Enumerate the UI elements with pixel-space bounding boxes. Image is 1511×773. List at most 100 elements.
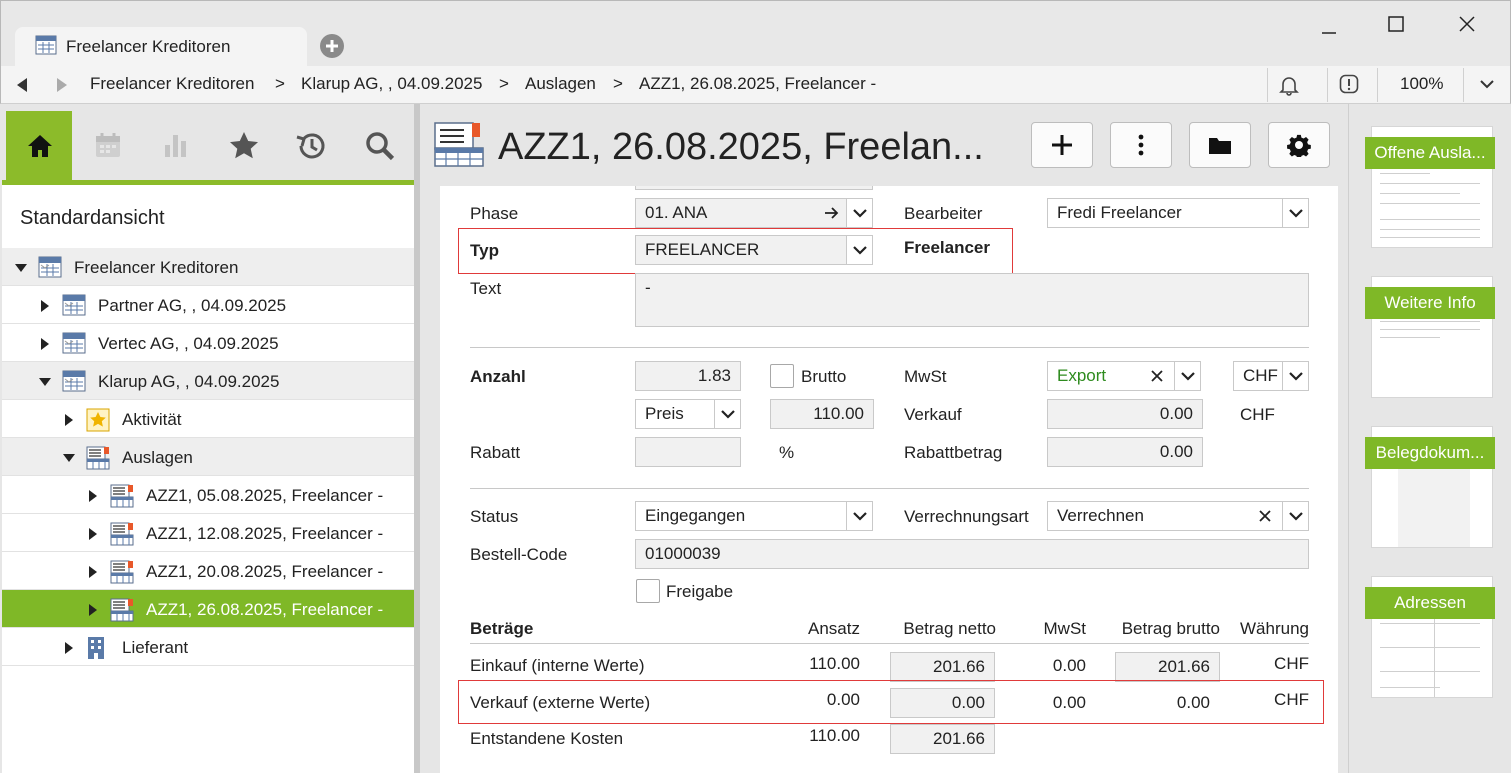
arrow-right-icon[interactable] (824, 205, 840, 221)
navigation-bar: Freelancer Kreditoren > Klarup AG, , 04.… (0, 66, 1511, 104)
expand-arrow-icon[interactable] (88, 603, 98, 617)
breadcrumb-item[interactable]: AZZ1, 26.08.2025, Freelancer - (639, 74, 876, 94)
expand-arrow-icon[interactable] (88, 565, 98, 579)
expand-arrow-icon[interactable] (88, 527, 98, 541)
tree-item[interactable]: AZZ1, 05.08.2025, Freelancer - (2, 476, 414, 514)
chevron-down-icon[interactable] (1282, 362, 1308, 390)
settings-button[interactable] (1268, 122, 1330, 168)
bell-icon[interactable] (1279, 74, 1299, 96)
phase-label: Phase (470, 204, 519, 223)
collapse-arrow-icon[interactable] (38, 377, 52, 387)
verrechnungsart-select[interactable]: Verrechnen (1047, 501, 1309, 531)
currency-select[interactable]: CHF (1233, 361, 1309, 391)
more-button[interactable] (1110, 122, 1172, 168)
phase-select[interactable]: 01. ANA (635, 198, 873, 228)
history-icon[interactable] (295, 131, 327, 161)
tree-item[interactable]: Klarup AG, , 04.09.2025 (2, 362, 414, 400)
calendar-icon[interactable] (94, 131, 122, 159)
card-label[interactable]: Weitere Info (1365, 287, 1495, 319)
tree-item[interactable]: AZZ1, 20.08.2025, Freelancer - (2, 552, 414, 590)
chevron-down-icon[interactable] (1174, 362, 1200, 390)
chevron-down-icon[interactable] (1282, 502, 1308, 530)
typ-select[interactable]: FREELANCER (635, 235, 873, 265)
chevron-down-icon[interactable] (1479, 78, 1495, 90)
freigabe-label: Freigabe (666, 582, 734, 601)
betraege-title: Beträge (470, 619, 534, 638)
tree-item[interactable]: Freelancer Kreditoren (2, 248, 414, 286)
folder-icon (1208, 135, 1232, 155)
zoom-level[interactable]: 100% (1400, 74, 1443, 94)
column-header: Betrag brutto (1121, 619, 1220, 638)
collapse-arrow-icon[interactable] (62, 453, 76, 463)
expense-icon (110, 484, 134, 508)
forward-arrow-icon[interactable] (55, 77, 69, 93)
alert-icon[interactable] (1339, 74, 1359, 94)
tree-item[interactable]: Partner AG, , 04.09.2025 (2, 286, 414, 324)
mwst-select[interactable]: Export (1047, 361, 1201, 391)
breadcrumb-separator: > (613, 74, 623, 93)
expense-icon (110, 560, 134, 584)
minimize-icon[interactable] (1309, 11, 1349, 37)
rabatt-input[interactable] (635, 437, 741, 467)
divider (1377, 68, 1378, 102)
tree-item[interactable]: Lieferant (2, 628, 414, 666)
verkauf-input[interactable]: 0.00 (1047, 399, 1203, 429)
tree-item[interactable]: Vertec AG, , 04.09.2025 (2, 324, 414, 362)
tree-item-label: Klarup AG, , 04.09.2025 (98, 372, 280, 391)
star-icon[interactable] (229, 131, 259, 159)
typ-description: Freelancer (904, 238, 990, 257)
add-tab-icon[interactable] (319, 33, 345, 59)
card-label[interactable]: Belegdokum... (1365, 437, 1495, 469)
right-panel: Offene Ausla... Weitere Info Belegdokum.… (1348, 104, 1509, 773)
search-icon[interactable] (364, 131, 396, 161)
freigabe-checkbox[interactable] (636, 579, 660, 603)
clear-icon[interactable] (1258, 509, 1272, 523)
home-tab[interactable] (6, 111, 72, 180)
tree-item[interactable]: AZZ1, 26.08.2025, Freelancer - (2, 590, 414, 628)
tree-item[interactable]: AZZ1, 12.08.2025, Freelancer - (2, 514, 414, 552)
add-button[interactable] (1031, 122, 1093, 168)
breadcrumb-item[interactable]: Freelancer Kreditoren (90, 74, 254, 94)
card-label[interactable]: Offene Ausla... (1365, 137, 1495, 169)
ansatz-value: 0.00 (826, 690, 860, 709)
breadcrumb-item[interactable]: Klarup AG, , 04.09.2025 (301, 74, 482, 94)
expand-arrow-icon[interactable] (88, 489, 98, 503)
mwst-value: 0.00 (1052, 656, 1086, 675)
maximize-icon[interactable] (1377, 11, 1417, 37)
chevron-down-icon[interactable] (846, 236, 872, 264)
breadcrumb-item[interactable]: Auslagen (525, 74, 596, 94)
clear-icon[interactable] (1150, 369, 1164, 383)
tree-item[interactable]: Aktivität (2, 400, 414, 438)
tree-item-label: Freelancer Kreditoren (74, 258, 239, 277)
chevron-down-icon[interactable] (846, 502, 872, 530)
expand-arrow-icon[interactable] (40, 337, 50, 351)
back-arrow-icon[interactable] (15, 77, 29, 93)
cut-off-field (635, 186, 873, 190)
chevron-down-icon[interactable] (714, 400, 740, 428)
tree-item-label: Aktivität (122, 410, 182, 429)
collapse-arrow-icon[interactable] (14, 263, 28, 273)
text-field[interactable]: - (635, 273, 1309, 327)
preis-input[interactable]: 110.00 (770, 399, 874, 429)
status-select[interactable]: Eingegangen (635, 501, 873, 531)
folder-button[interactable] (1189, 122, 1251, 168)
bar-chart-icon[interactable] (162, 131, 190, 159)
bestellcode-input[interactable]: 01000039 (635, 539, 1309, 569)
card-label[interactable]: Adressen (1365, 587, 1495, 619)
tree-item[interactable]: Auslagen (2, 438, 414, 476)
preis-select[interactable]: Preis (635, 399, 741, 429)
expand-arrow-icon[interactable] (64, 413, 74, 427)
window-tab[interactable]: Freelancer Kreditoren (15, 27, 307, 67)
close-icon[interactable] (1447, 11, 1487, 37)
rabattbetrag-input[interactable]: 0.00 (1047, 437, 1203, 467)
expand-arrow-icon[interactable] (64, 641, 74, 655)
chevron-down-icon[interactable] (1282, 199, 1308, 227)
building-icon (86, 636, 106, 660)
expand-arrow-icon[interactable] (40, 299, 50, 313)
anzahl-input[interactable]: 1.83 (635, 361, 741, 391)
amount-row-label: Einkauf (interne Werte) (470, 656, 645, 675)
bearbeiter-select[interactable]: Fredi Freelancer (1047, 198, 1309, 228)
anzahl-label: Anzahl (470, 367, 526, 386)
brutto-checkbox[interactable] (770, 364, 794, 388)
chevron-down-icon[interactable] (846, 199, 872, 227)
